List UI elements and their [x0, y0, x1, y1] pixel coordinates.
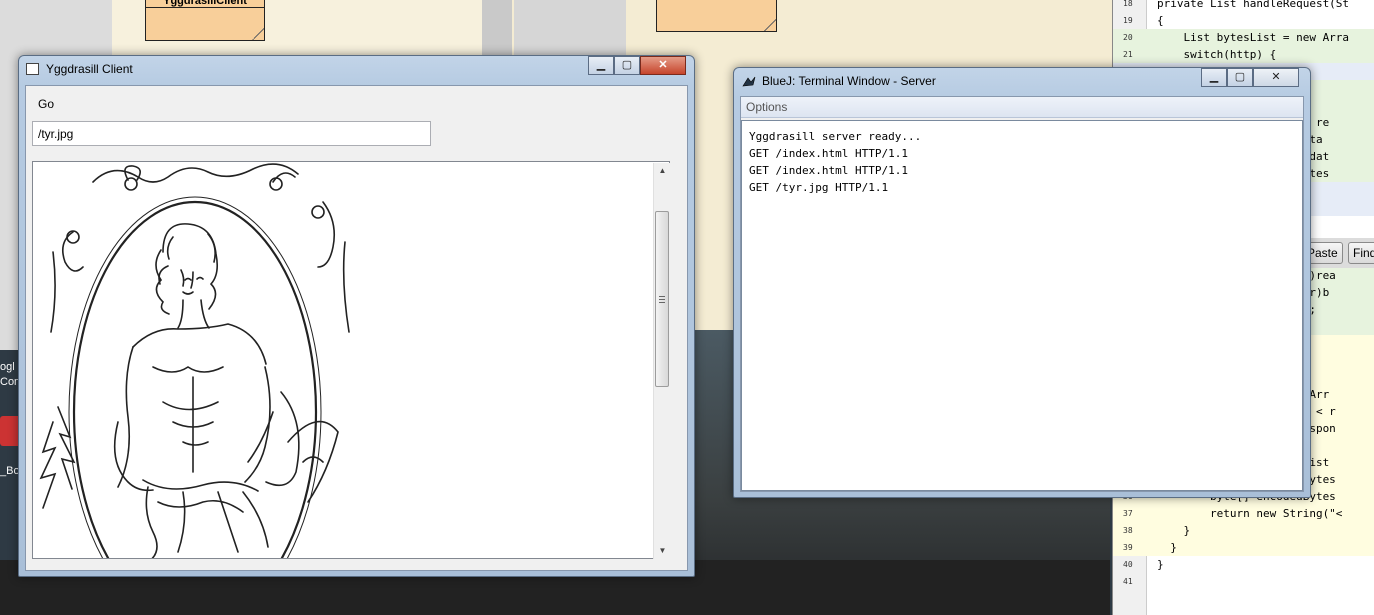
uml-fold-icon	[764, 19, 776, 31]
find-button[interactable]: Find	[1348, 242, 1374, 264]
window-app-icon	[26, 63, 39, 75]
tyr-illustration	[39, 163, 350, 558]
close-button[interactable]: ✕	[1253, 68, 1299, 87]
url-input[interactable]	[32, 121, 431, 146]
uml-fold-icon	[252, 28, 264, 40]
title-bar[interactable]: Yggdrasill Client ▁ ▢ ✕	[19, 56, 694, 84]
menu-bar: Options	[741, 97, 1303, 118]
terminal-content: Options Yggdrasill server ready... GET /…	[740, 96, 1304, 492]
maximize-button[interactable]: ▢	[1227, 68, 1253, 87]
code-line[interactable]: 38 }	[1113, 522, 1374, 539]
line-number: 20	[1123, 33, 1133, 42]
desktop-icon-label: _Bo	[0, 465, 20, 477]
code-line[interactable]: 41	[1113, 573, 1374, 590]
scroll-thumb[interactable]	[655, 211, 669, 387]
code-line[interactable]: 39 }	[1113, 539, 1374, 556]
terminal-line: GET /index.html HTTP/1.1	[749, 164, 908, 177]
terminal-line: GET /tyr.jpg HTTP/1.1	[749, 181, 889, 194]
code-text: {	[1157, 14, 1164, 27]
vertical-scrollbar[interactable]: ▲ ▼	[653, 163, 670, 559]
code-text: }	[1157, 541, 1177, 554]
line-number: 38	[1123, 526, 1133, 535]
code-line[interactable]: 18 private List handleRequest(St	[1113, 0, 1374, 12]
code-text: return new String("<	[1157, 507, 1343, 520]
title-bar[interactable]: BlueJ: Terminal Window - Server ▁ ▢ ✕	[734, 68, 1310, 96]
line-number: 40	[1123, 560, 1133, 569]
window-title: Yggdrasill Client	[46, 62, 133, 76]
terminal-line: GET /index.html HTTP/1.1	[749, 147, 908, 160]
uml-class-name: YggdrasillClient	[146, 0, 264, 8]
client-content: Go /tyr.jpg ▲ ▼	[25, 85, 688, 571]
code-line[interactable]: 37 return new String("<	[1113, 505, 1374, 522]
line-number: 18	[1123, 0, 1133, 8]
line-number: 37	[1123, 509, 1133, 518]
image-viewer[interactable]	[32, 161, 670, 559]
code-line[interactable]: 20 List bytesList = new Arra	[1113, 29, 1374, 46]
minimize-button[interactable]: ▁	[1201, 68, 1227, 87]
code-text: List bytesList = new Arra	[1157, 31, 1350, 44]
terminal-line: Yggdrasill server ready...	[749, 130, 922, 143]
maximize-button[interactable]: ▢	[614, 56, 640, 75]
window-title: BlueJ: Terminal Window - Server	[762, 74, 936, 88]
line-number: 21	[1123, 50, 1133, 59]
code-line[interactable]: 21 switch(http) {	[1113, 46, 1374, 63]
menu-options[interactable]: Options	[746, 100, 787, 114]
line-number: 19	[1123, 16, 1133, 25]
scroll-grip-icon	[659, 296, 665, 304]
code-line[interactable]: 40}	[1113, 556, 1374, 573]
code-text: }	[1157, 558, 1164, 571]
yggdrasill-client-window[interactable]: Yggdrasill Client ▁ ▢ ✕ Go /tyr.jpg ▲ ▼	[18, 55, 695, 577]
scroll-down-icon[interactable]: ▼	[654, 543, 671, 559]
code-line[interactable]: 19 {	[1113, 12, 1374, 29]
code-text: private List handleRequest(St	[1157, 0, 1350, 10]
menu-go[interactable]: Go	[36, 97, 56, 111]
desktop-icon-label: ogl	[0, 361, 15, 373]
close-button[interactable]: ✕	[640, 56, 686, 75]
bluej-bird-icon	[742, 76, 756, 87]
bluej-terminal-window[interactable]: BlueJ: Terminal Window - Server ▁ ▢ ✕ Op…	[733, 67, 1311, 498]
minimize-button[interactable]: ▁	[588, 56, 614, 75]
code-text: }	[1157, 524, 1191, 537]
uml-class-box[interactable]: YggdrasillClient	[145, 0, 265, 41]
scroll-up-icon[interactable]: ▲	[654, 163, 671, 179]
line-number: 39	[1123, 543, 1133, 552]
line-number: 41	[1123, 577, 1133, 586]
terminal-output[interactable]: Yggdrasill server ready... GET /index.ht…	[741, 120, 1303, 491]
uml-class-box[interactable]	[656, 0, 777, 32]
code-text: switch(http) {	[1157, 48, 1277, 61]
menu-bar: Go	[26, 86, 687, 118]
